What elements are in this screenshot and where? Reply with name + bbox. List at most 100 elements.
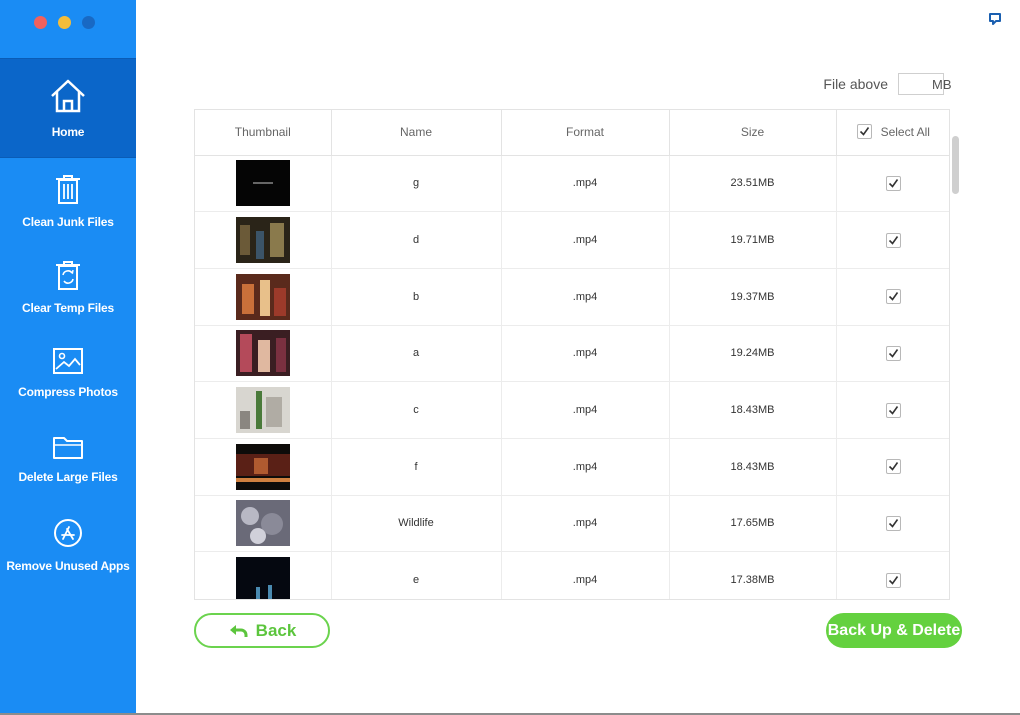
- table-header-row: Thumbnail Name Format Size Select All: [195, 110, 949, 156]
- trash-icon: [56, 175, 80, 204]
- file-name: b: [331, 268, 502, 326]
- file-size: 18.43MB: [669, 438, 837, 496]
- sidebar: Home Clean Junk Files Clear Temp Files C…: [0, 0, 136, 713]
- file-name: d: [331, 211, 502, 269]
- checkmark-icon: [888, 405, 898, 415]
- file-format: .mp4: [501, 155, 670, 213]
- file-name: f: [331, 438, 502, 496]
- sidebar-item-label: Clear Temp Files: [22, 301, 114, 315]
- file-above-label: File above: [823, 76, 888, 92]
- table-row: g .mp4 23.51MB: [195, 155, 949, 213]
- video-thumbnail: [235, 330, 290, 377]
- file-format: .mp4: [501, 551, 670, 599]
- file-size: 17.38MB: [669, 551, 837, 599]
- checkmark-icon: [888, 235, 898, 245]
- file-size-unit: MB: [932, 77, 952, 92]
- select-all-label: Select All: [880, 124, 930, 139]
- minimize-window-button[interactable]: [58, 16, 71, 29]
- row-checkbox[interactable]: [885, 345, 901, 361]
- file-format: .mp4: [501, 268, 670, 326]
- checkmark-icon: [888, 178, 898, 188]
- table-row: f .mp4 18.43MB: [195, 438, 949, 496]
- file-format: .mp4: [501, 438, 670, 496]
- back-button[interactable]: Back: [194, 613, 330, 648]
- zoom-window-button[interactable]: [82, 16, 95, 29]
- window-controls: [34, 16, 95, 29]
- table-row: c .mp4 18.43MB: [195, 381, 949, 439]
- sidebar-item-clean-junk[interactable]: Clean Junk Files: [0, 158, 136, 244]
- sidebar-item-clear-temp[interactable]: Clear Temp Files: [0, 244, 136, 330]
- file-size: 23.51MB: [669, 155, 837, 213]
- sidebar-item-compress-photos[interactable]: Compress Photos: [0, 330, 136, 416]
- back-arrow-icon: [229, 624, 248, 637]
- back-button-label: Back: [255, 620, 297, 640]
- file-format: .mp4: [501, 495, 670, 553]
- checkmark-icon: [888, 292, 898, 301]
- row-checkbox[interactable]: [885, 175, 901, 191]
- file-size: 17.65MB: [669, 495, 837, 553]
- sidebar-item-label: Home: [51, 125, 85, 139]
- feedback-icon[interactable]: [988, 12, 1002, 26]
- file-size: 19.71MB: [669, 211, 837, 269]
- column-header-name[interactable]: Name: [331, 110, 502, 156]
- large-files-table: Thumbnail Name Format Size Select All g …: [194, 109, 950, 600]
- video-thumbnail: [235, 160, 290, 207]
- file-format: .mp4: [501, 325, 670, 383]
- sidebar-item-remove-apps[interactable]: Remove Unused Apps: [0, 502, 136, 588]
- table-scrollbar[interactable]: [952, 136, 959, 194]
- select-all-control[interactable]: Select All: [856, 124, 930, 140]
- sidebar-item-label: Compress Photos: [18, 385, 118, 399]
- temp-trash-icon: [56, 261, 80, 290]
- checkmark-icon: [888, 519, 898, 528]
- folder-icon: [53, 437, 83, 459]
- video-thumbnail: [235, 557, 290, 599]
- file-name: Wildlife: [331, 495, 502, 553]
- row-checkbox[interactable]: [885, 572, 901, 588]
- video-thumbnail: [235, 500, 290, 547]
- row-checkbox[interactable]: [885, 232, 901, 248]
- table-row: e .mp4 17.38MB: [195, 551, 949, 599]
- video-thumbnail: [235, 273, 290, 320]
- file-name: a: [331, 325, 502, 383]
- photo-icon: [53, 348, 83, 374]
- row-checkbox[interactable]: [885, 459, 901, 475]
- backup-delete-button[interactable]: Back Up & Delete: [826, 613, 962, 648]
- home-icon: [51, 79, 85, 113]
- table-row: d .mp4 19.71MB: [195, 211, 949, 269]
- file-name: e: [331, 551, 502, 599]
- row-checkbox[interactable]: [885, 289, 901, 305]
- column-header-format[interactable]: Format: [501, 110, 670, 156]
- video-thumbnail: [235, 387, 290, 434]
- row-checkbox[interactable]: [885, 515, 901, 531]
- close-window-button[interactable]: [34, 16, 47, 29]
- file-format: .mp4: [501, 381, 670, 439]
- column-header-thumbnail: Thumbnail: [195, 110, 332, 156]
- file-size: 18.43MB: [669, 381, 837, 439]
- table-row: Wildlife .mp4 17.65MB: [195, 495, 949, 553]
- sidebar-item-delete-large[interactable]: Delete Large Files: [0, 416, 136, 502]
- table-row: b .mp4 19.37MB: [195, 268, 949, 326]
- file-size: 19.37MB: [669, 268, 837, 326]
- checkmark-icon: [888, 348, 898, 358]
- sidebar-item-label: Remove Unused Apps: [6, 559, 130, 573]
- sidebar-nav: Home Clean Junk Files Clear Temp Files C…: [0, 58, 136, 588]
- sidebar-item-label: Delete Large Files: [18, 470, 118, 484]
- sidebar-item-home[interactable]: Home: [0, 58, 136, 158]
- video-thumbnail: [235, 217, 290, 264]
- file-name: g: [331, 155, 502, 213]
- column-header-size[interactable]: Size: [669, 110, 837, 156]
- file-name: c: [331, 381, 502, 439]
- file-format: .mp4: [501, 211, 670, 269]
- backup-delete-label: Back Up & Delete: [827, 621, 961, 639]
- checkmark-icon: [888, 575, 898, 585]
- sidebar-item-label: Clean Junk Files: [22, 215, 114, 229]
- app-window: Home Clean Junk Files Clear Temp Files C…: [0, 0, 1020, 715]
- app-store-icon: [54, 519, 82, 547]
- select-all-checkbox[interactable]: [856, 124, 872, 140]
- video-thumbnail: [235, 443, 290, 490]
- checkmark-icon: [859, 127, 869, 136]
- checkmark-icon: [888, 462, 898, 472]
- file-size: 19.24MB: [669, 325, 837, 383]
- column-header-select-all: Select All: [836, 110, 949, 156]
- row-checkbox[interactable]: [885, 402, 901, 418]
